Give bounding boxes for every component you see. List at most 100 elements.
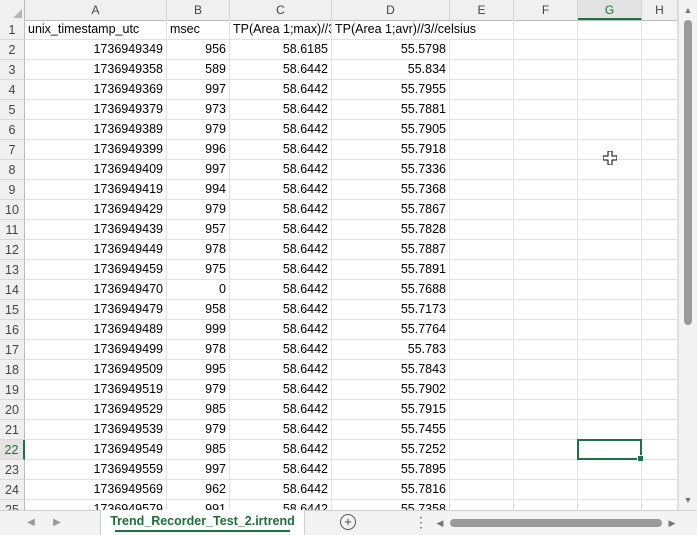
cell-e11[interactable] [450, 220, 514, 240]
cell-g23[interactable] [578, 460, 642, 480]
select-all-corner[interactable] [0, 0, 25, 20]
cell-a25[interactable]: 1736949579 [25, 500, 167, 510]
cell-e24[interactable] [450, 480, 514, 500]
cell-a21[interactable]: 1736949539 [25, 420, 167, 440]
row-header[interactable]: 16 [0, 320, 25, 340]
cell-c18[interactable]: 58.6442 [230, 360, 332, 380]
cell-f25[interactable] [514, 500, 578, 510]
cell-c6[interactable]: 58.6442 [230, 120, 332, 140]
cell-g12[interactable] [578, 240, 642, 260]
cell-b16[interactable]: 999 [167, 320, 230, 340]
cell-c12[interactable]: 58.6442 [230, 240, 332, 260]
cell-f19[interactable] [514, 380, 578, 400]
cell-a7[interactable]: 1736949399 [25, 140, 167, 160]
row-header[interactable]: 19 [0, 380, 25, 400]
cell-g6[interactable] [578, 120, 642, 140]
cell-g3[interactable] [578, 60, 642, 80]
cell-e10[interactable] [450, 200, 514, 220]
cell-g9[interactable] [578, 180, 642, 200]
cell-h20[interactable] [642, 400, 678, 420]
cell-g2[interactable] [578, 40, 642, 60]
row-header[interactable]: 18 [0, 360, 25, 380]
cell-e25[interactable] [450, 500, 514, 510]
cell-b12[interactable]: 978 [167, 240, 230, 260]
cell-b8[interactable]: 997 [167, 160, 230, 180]
cell-d1[interactable]: TP(Area 1;avr)//3//celsius [332, 20, 476, 40]
cell-d21[interactable]: 55.7455 [332, 420, 450, 440]
cell-a16[interactable]: 1736949489 [25, 320, 167, 340]
cell-c7[interactable]: 58.6442 [230, 140, 332, 160]
spreadsheet-grid[interactable]: ABCDEFGH 1 unix_timestamp_utc msec TP(Area … [0, 0, 678, 510]
cell-c8[interactable]: 58.6442 [230, 160, 332, 180]
cell-b6[interactable]: 979 [167, 120, 230, 140]
cell-b20[interactable]: 985 [167, 400, 230, 420]
more-options-icon[interactable]: ⋮ [414, 514, 428, 530]
cell-d20[interactable]: 55.7915 [332, 400, 450, 420]
cell-d17[interactable]: 55.783 [332, 340, 450, 360]
cell-b15[interactable]: 958 [167, 300, 230, 320]
cell-c24[interactable]: 58.6442 [230, 480, 332, 500]
cell-e21[interactable] [450, 420, 514, 440]
row-header[interactable]: 22 [0, 440, 25, 460]
cell-a24[interactable]: 1736949569 [25, 480, 167, 500]
row-header[interactable]: 17 [0, 340, 25, 360]
cell-h7[interactable] [642, 140, 678, 160]
row-header[interactable]: 6 [0, 120, 25, 140]
cell-b19[interactable]: 979 [167, 380, 230, 400]
cell-f10[interactable] [514, 200, 578, 220]
cell-c22[interactable]: 58.6442 [230, 440, 332, 460]
row-header[interactable]: 2 [0, 40, 25, 60]
cell-b2[interactable]: 956 [167, 40, 230, 60]
cell-c9[interactable]: 58.6442 [230, 180, 332, 200]
cell-e23[interactable] [450, 460, 514, 480]
cell-d13[interactable]: 55.7891 [332, 260, 450, 280]
cell-d3[interactable]: 55.834 [332, 60, 450, 80]
cell-h19[interactable] [642, 380, 678, 400]
cell-h22[interactable] [642, 440, 678, 460]
cell-b21[interactable]: 979 [167, 420, 230, 440]
cell-b3[interactable]: 589 [167, 60, 230, 80]
cell-h23[interactable] [642, 460, 678, 480]
cell-h6[interactable] [642, 120, 678, 140]
cell-d7[interactable]: 55.7918 [332, 140, 450, 160]
cell-d10[interactable]: 55.7867 [332, 200, 450, 220]
cell-d19[interactable]: 55.7902 [332, 380, 450, 400]
cell-f17[interactable] [514, 340, 578, 360]
cell-e16[interactable] [450, 320, 514, 340]
cell-a1[interactable]: unix_timestamp_utc [25, 20, 167, 40]
cell-f12[interactable] [514, 240, 578, 260]
cell-f2[interactable] [514, 40, 578, 60]
cell-g16[interactable] [578, 320, 642, 340]
selected-cell-g22[interactable] [577, 439, 644, 462]
row-header[interactable]: 25 [0, 500, 25, 510]
cell-a11[interactable]: 1736949439 [25, 220, 167, 240]
horizontal-scroll-thumb[interactable] [450, 519, 662, 527]
cell-a13[interactable]: 1736949459 [25, 260, 167, 280]
cell-f24[interactable] [514, 480, 578, 500]
cell-a12[interactable]: 1736949449 [25, 240, 167, 260]
cell-f21[interactable] [514, 420, 578, 440]
cell-h18[interactable] [642, 360, 678, 380]
scroll-up-icon[interactable]: ▲ [682, 4, 694, 16]
cell-f3[interactable] [514, 60, 578, 80]
cell-h14[interactable] [642, 280, 678, 300]
cell-b18[interactable]: 995 [167, 360, 230, 380]
cell-a19[interactable]: 1736949519 [25, 380, 167, 400]
cell-a9[interactable]: 1736949419 [25, 180, 167, 200]
cell-b9[interactable]: 994 [167, 180, 230, 200]
cell-h24[interactable] [642, 480, 678, 500]
row-header[interactable]: 11 [0, 220, 25, 240]
cell-d2[interactable]: 55.5798 [332, 40, 450, 60]
cell-b7[interactable]: 996 [167, 140, 230, 160]
cell-h25[interactable] [642, 500, 678, 510]
cell-c5[interactable]: 58.6442 [230, 100, 332, 120]
column-header-a[interactable]: A [25, 0, 167, 20]
cell-f18[interactable] [514, 360, 578, 380]
cell-b25[interactable]: 991 [167, 500, 230, 510]
scroll-right-icon[interactable]: ▶ [666, 517, 678, 529]
cell-h1[interactable] [642, 20, 678, 40]
cell-f15[interactable] [514, 300, 578, 320]
scroll-down-icon[interactable]: ▼ [682, 494, 694, 506]
cell-d5[interactable]: 55.7881 [332, 100, 450, 120]
cell-g24[interactable] [578, 480, 642, 500]
